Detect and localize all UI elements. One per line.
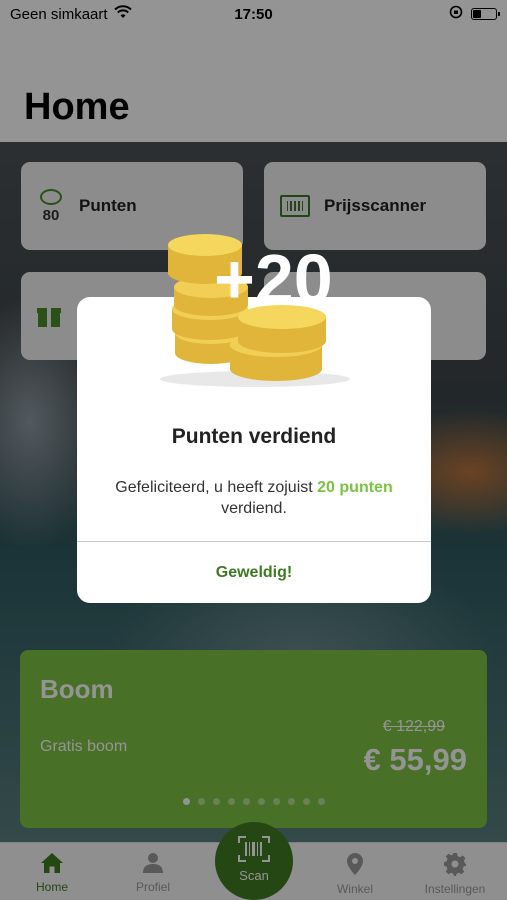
geweldig-button[interactable]: Geweldig! [77,542,431,603]
message-text: verdiend. [221,500,287,517]
message-highlight: 20 punten [317,479,393,496]
dialog-message: Gefeliciteerd, u heeft zojuist 20 punten… [111,477,397,519]
dialog-title: Punten verdiend [171,425,337,448]
points-badge: +20 [214,240,333,318]
message-text: Gefeliciteerd, u heeft zojuist [115,479,318,496]
